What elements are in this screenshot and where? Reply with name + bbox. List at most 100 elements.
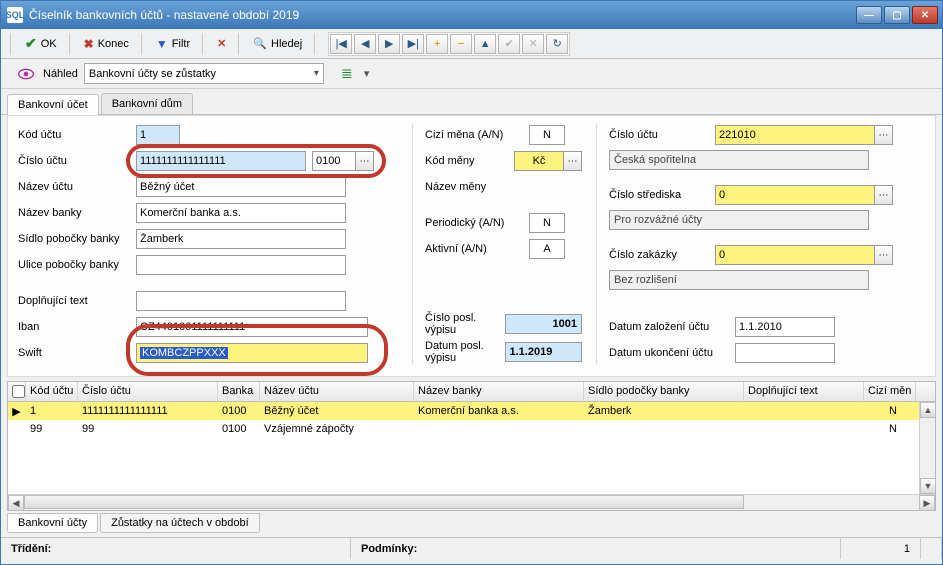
ok-label: OK (41, 38, 57, 50)
grid-checkbox-header[interactable] (8, 382, 26, 401)
input-cizi-mena[interactable] (529, 125, 565, 145)
clear-x-icon: ✕ (217, 37, 226, 50)
input-periodicky[interactable] (529, 213, 565, 233)
nav-delete[interactable]: − (450, 34, 472, 54)
nav-edit[interactable]: ▲ (474, 34, 496, 54)
lbl-cislo-posl-vypisu: Číslo posl. výpisu (425, 312, 499, 336)
preview-icon[interactable] (15, 64, 37, 84)
lbl-doplnujici: Doplňující text (18, 295, 130, 307)
cell-dopln (744, 427, 864, 431)
input-cislo-strediska[interactable] (715, 185, 875, 205)
nav-prev[interactable]: ◀ (354, 34, 376, 54)
scroll-thumb[interactable] (24, 495, 744, 509)
input-cislo-zakazky[interactable] (715, 245, 875, 265)
nav-next[interactable]: ▶ (378, 34, 400, 54)
cell-cislo: 1111111111111111 (78, 403, 218, 419)
report-value: Bankovní účty se zůstatky (89, 68, 216, 80)
bottom-tabs: Bankovní účty Zůstatky na účtech v obdob… (1, 511, 942, 537)
table-row[interactable]: 99 99 0100 Vzájemné zápočty N (8, 420, 935, 438)
nav-first[interactable]: |◀ (330, 34, 352, 54)
grid-body[interactable]: ▶ 1 1111111111111111 0100 Běžný účet Kom… (8, 402, 935, 494)
select-all-checkbox[interactable] (12, 385, 25, 398)
minimize-button[interactable]: — (856, 6, 882, 24)
cislo-strediska-picker[interactable]: ⋯ (875, 185, 893, 205)
konec-button[interactable]: ✖ Konec (77, 33, 136, 55)
col-kod[interactable]: Kód účtu (26, 382, 78, 401)
cell-cizi: N (864, 421, 916, 437)
col-cislo[interactable]: Číslo účtu (78, 382, 218, 401)
ok-button[interactable]: ✔ OK (18, 33, 64, 55)
nav-add[interactable]: + (426, 34, 448, 54)
input-aktivni[interactable] (529, 239, 565, 259)
tab-bankovni-dum[interactable]: Bankovní dům (101, 93, 193, 114)
vertical-scrollbar[interactable]: ▲ ▼ (919, 402, 935, 494)
lbl-kod-meny: Kód měny (425, 155, 508, 167)
input-iban[interactable] (136, 317, 368, 337)
input-kod-meny[interactable] (514, 151, 564, 171)
lbl-cislo-uctu: Číslo účtu (18, 155, 130, 167)
input-datum-zalozeni[interactable] (735, 317, 835, 337)
input-swift[interactable]: KOMBCZPPXXX (136, 343, 368, 363)
col-dopln[interactable]: Doplňující text (744, 382, 864, 401)
scroll-left-icon[interactable]: ◀ (8, 495, 24, 511)
input-cislo-uctu-ref[interactable] (715, 125, 875, 145)
horizontal-scrollbar[interactable]: ◀ ▶ (8, 494, 935, 510)
status-podminky-label: Podmínky: (361, 543, 417, 555)
report-selector[interactable]: Bankovní účty se zůstatky ▾ (84, 63, 324, 84)
col-cizi[interactable]: Cizí měn (864, 382, 916, 401)
input-cislo-uctu[interactable] (136, 151, 306, 171)
input-nazev-uctu[interactable] (136, 177, 346, 197)
main-tabs: Bankovní účet Bankovní dům (1, 89, 942, 115)
filtr-label: Filtr (172, 38, 190, 50)
cell-dopln (744, 409, 864, 413)
col-sidlo[interactable]: Sídlo podočky banky (584, 382, 744, 401)
lbl-ulice-pobocky: Ulice pobočky banky (18, 259, 130, 271)
filtr-button[interactable]: ▼ Filtr (149, 33, 197, 55)
clear-filter-button[interactable]: ✕ (210, 33, 233, 55)
input-nazev-banky[interactable] (136, 203, 346, 223)
list-icon[interactable]: ≣ (336, 64, 358, 84)
input-ulice-pobocky[interactable] (136, 255, 346, 275)
cislo-zakazky-picker[interactable]: ⋯ (875, 245, 893, 265)
col-banka[interactable]: Banka (218, 382, 260, 401)
maximize-button[interactable]: ▢ (884, 6, 910, 24)
scroll-up-icon[interactable]: ▲ (920, 402, 935, 418)
scroll-down-icon[interactable]: ▼ (920, 478, 935, 494)
window-controls: — ▢ ✕ (856, 6, 938, 24)
hledej-button[interactable]: 🔍 Hledej (246, 33, 309, 55)
sub-toolbar: Náhled Bankovní účty se zůstatky ▾ ≣ ▾ (1, 59, 942, 89)
input-kod-uctu[interactable] (136, 125, 180, 145)
status-trideni-label: Třídění: (11, 543, 51, 555)
nav-last[interactable]: ▶| (402, 34, 424, 54)
cell-cizi: N (864, 403, 916, 419)
col-nazev[interactable]: Název účtu (260, 382, 414, 401)
main-toolbar: ✔ OK ✖ Konec ▼ Filtr ✕ 🔍 Hledej |◀ ◀ ▶ ▶… (1, 29, 942, 59)
input-bank-code[interactable] (312, 151, 356, 171)
grid-header: Kód účtu Číslo účtu Banka Název účtu Náz… (8, 382, 935, 402)
col-nazev-banky[interactable]: Název banky (414, 382, 584, 401)
readonly-pro-rozvazne: Pro rozvážné účty (609, 210, 869, 230)
input-doplnujici[interactable] (136, 291, 346, 311)
row-marker: ▶ (8, 403, 26, 420)
list-dropdown-icon[interactable]: ▾ (364, 67, 370, 80)
nav-cancel[interactable]: ✕ (522, 34, 544, 54)
btab-bankovni-ucty[interactable]: Bankovní účty (7, 513, 98, 533)
input-datum-ukonceni[interactable] (735, 343, 835, 363)
kod-meny-picker[interactable]: ⋯ (564, 151, 582, 171)
table-row[interactable]: ▶ 1 1111111111111111 0100 Běžný účet Kom… (8, 402, 935, 420)
form-panel: Kód účtu Číslo účtu ⋯ Název účtu Název b… (7, 115, 936, 377)
nav-refresh[interactable]: ↻ (546, 34, 568, 54)
nahled-label: Náhled (43, 68, 78, 80)
scroll-right-icon[interactable]: ▶ (919, 495, 935, 511)
cell-nazev: Vzájemné zápočty (260, 421, 414, 437)
close-button[interactable]: ✕ (912, 6, 938, 24)
nav-post[interactable]: ✔ (498, 34, 520, 54)
tab-bankovni-ucet[interactable]: Bankovní účet (7, 94, 99, 115)
lbl-aktivni: Aktivní (A/N) (425, 243, 523, 255)
lbl-kod-uctu: Kód účtu (18, 129, 130, 141)
bank-code-picker[interactable]: ⋯ (356, 151, 374, 171)
app-icon: SQL (7, 7, 23, 23)
btab-zustatky[interactable]: Zůstatky na účtech v období (100, 513, 260, 533)
cislo-uctu-ref-picker[interactable]: ⋯ (875, 125, 893, 145)
input-sidlo-pobocky[interactable] (136, 229, 346, 249)
